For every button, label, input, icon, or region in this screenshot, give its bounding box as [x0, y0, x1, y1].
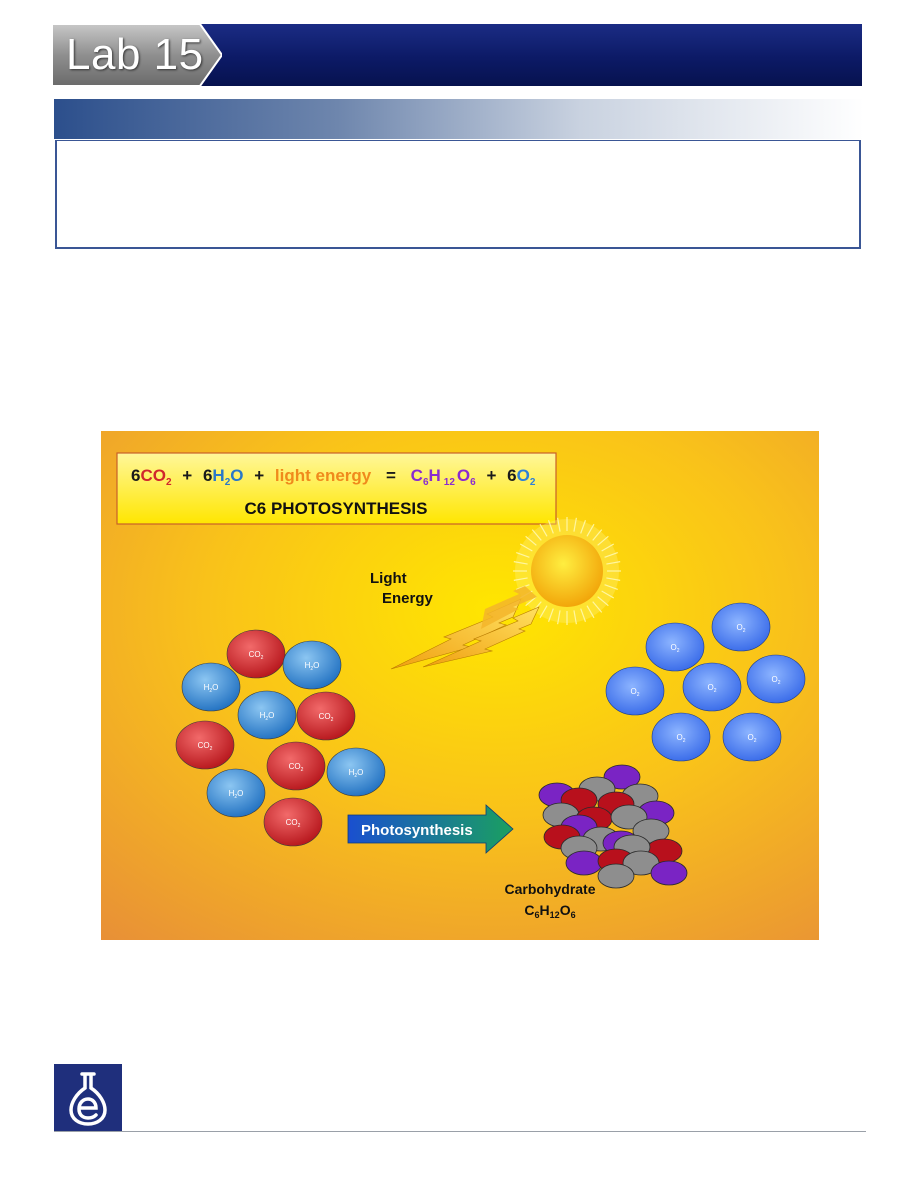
h2o-molecule: H2O	[326, 747, 386, 797]
footer-divider	[54, 1131, 866, 1132]
co2-molecule: CO2	[266, 741, 326, 791]
co2-molecule: CO2	[263, 797, 323, 847]
product-label: Carbohydrate	[504, 881, 595, 897]
light-label-line1: Light	[370, 570, 407, 587]
carbohydrate-atom	[565, 850, 603, 876]
co2-molecule: CO2	[226, 629, 286, 679]
h2o-molecule: H2O	[237, 690, 297, 740]
co2-molecule: CO2	[296, 691, 356, 741]
o2-molecule: O2	[645, 622, 705, 672]
section-header-strip	[54, 99, 864, 139]
flask-logo-icon	[54, 1064, 122, 1132]
o2-molecule: O2	[682, 662, 742, 712]
o2-molecule: O2	[746, 654, 806, 704]
carbohydrate-atom	[597, 863, 635, 889]
section-content-box	[55, 140, 861, 249]
light-label-line2: Energy	[382, 590, 434, 607]
lab-title: Lab 15	[66, 30, 204, 79]
h2o-molecule: H2O	[282, 640, 342, 690]
co2-molecule: CO2	[175, 720, 235, 770]
o2-molecule: O2	[722, 712, 782, 762]
h2o-molecule: H2O	[181, 662, 241, 712]
o2-molecule: O2	[651, 712, 711, 762]
carbohydrate-atom	[650, 860, 688, 886]
photosynthesis-figure: 6CO2 + 6H2O + light energy = C6H 12 O6 + 6…	[101, 431, 819, 940]
o2-molecule: O2	[605, 666, 665, 716]
arrow-label: Photosynthesis	[361, 822, 473, 839]
figure-title: C6 PHOTOSYNTHESIS	[245, 499, 428, 518]
h2o-molecule: H2O	[206, 768, 266, 818]
o2-molecule: O2	[711, 602, 771, 652]
